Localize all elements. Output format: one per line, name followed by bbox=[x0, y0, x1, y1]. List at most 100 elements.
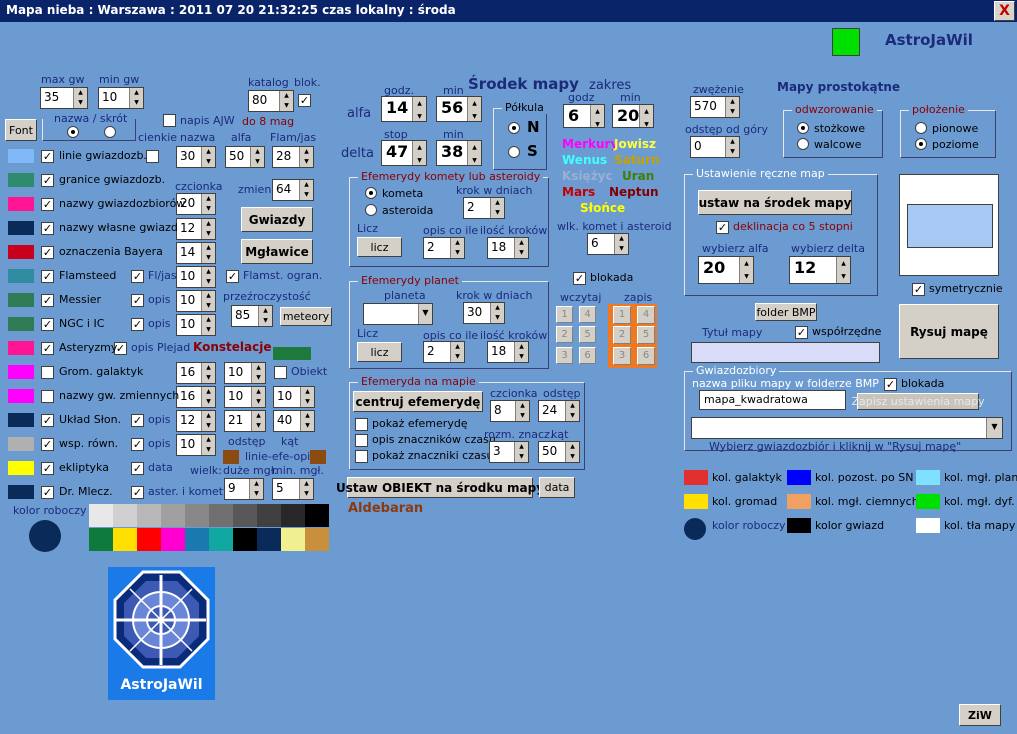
legend-color-7[interactable] bbox=[787, 518, 811, 533]
linie-nazwa-spinner[interactable]: 30 ▲ ▼ bbox=[176, 146, 216, 168]
planet-label-7[interactable]: Neptun bbox=[609, 185, 659, 199]
row-checkbox-14[interactable]: ✓ bbox=[41, 486, 54, 499]
row-color-2[interactable] bbox=[8, 197, 34, 211]
palette-2-swatch-4[interactable] bbox=[185, 528, 209, 551]
katalog-spinner[interactable]: 80 ▲ ▼ bbox=[248, 90, 294, 112]
row-checkbox-13[interactable]: ✓ bbox=[41, 462, 54, 475]
zapisz-button[interactable]: Zapisz ustawienia mapy bbox=[851, 393, 985, 410]
row-checkbox-2[interactable]: ✓ bbox=[41, 198, 54, 211]
zakres-h-spinner[interactable]: 6 ▲ ▼ bbox=[563, 104, 605, 128]
rysuj-mape-button[interactable]: Rysuj mapę bbox=[899, 304, 999, 359]
max-gw-spinner[interactable]: 35 ▲ ▼ bbox=[40, 87, 88, 109]
ilosc-krokow-spinner[interactable]: 18 ▲ ▼ bbox=[487, 237, 529, 259]
palette-1-swatch-2[interactable] bbox=[137, 504, 161, 527]
row-color-8[interactable] bbox=[8, 341, 34, 355]
zmienne-spinner-2[interactable]: 10 ▲ ▼ bbox=[224, 386, 266, 408]
centruj-button[interactable]: centruj efemerydę bbox=[353, 391, 483, 412]
row-color-13[interactable] bbox=[8, 461, 34, 475]
asteroida-radio[interactable] bbox=[365, 204, 377, 216]
blokada-mid-checkbox[interactable]: ✓ bbox=[573, 272, 586, 285]
grom-spinner-1[interactable]: 16 ▲ ▼ bbox=[176, 362, 216, 384]
opis-co-ile-spinner[interactable]: 2 ▲ ▼ bbox=[423, 237, 465, 259]
row-color-4[interactable] bbox=[8, 245, 34, 259]
walcowe-radio[interactable] bbox=[797, 138, 809, 150]
ngc-spinner[interactable]: 10 ▲ ▼ bbox=[176, 314, 216, 336]
min-mgl-spinner[interactable]: 5 ▲ ▼ bbox=[272, 478, 314, 500]
linie-alfa-spinner[interactable]: 50 ▲ ▼ bbox=[225, 146, 265, 168]
palette-2-swatch-1[interactable] bbox=[113, 528, 137, 551]
delta-d-spinner[interactable]: 47 ▲ ▼ bbox=[381, 140, 427, 166]
blok-checkbox[interactable]: ✓ bbox=[298, 94, 311, 107]
planet-label-5[interactable]: Uran bbox=[622, 169, 654, 183]
palette-2-swatch-3[interactable] bbox=[161, 528, 185, 551]
blokada-right-checkbox[interactable]: ✓ bbox=[884, 378, 897, 391]
row-color-12[interactable] bbox=[8, 437, 34, 451]
palette-2-swatch-9[interactable] bbox=[305, 528, 329, 551]
grom-spinner-2[interactable]: 10 ▲ ▼ bbox=[224, 362, 266, 384]
deklinacja-checkbox[interactable]: ✓ bbox=[716, 221, 729, 234]
messier-spinner[interactable]: 10 ▲ ▼ bbox=[176, 290, 216, 312]
wczytaj-slot-3[interactable]: 5 bbox=[579, 326, 596, 343]
row-checkbox-8[interactable]: ✓ bbox=[41, 342, 54, 355]
planet-label-8[interactable]: Słońce bbox=[580, 201, 625, 215]
palette-1-swatch-0[interactable] bbox=[89, 504, 113, 527]
zmien-spinner[interactable]: 64 ▲ ▼ bbox=[272, 179, 314, 201]
wczytaj-slot-2[interactable]: 2 bbox=[556, 326, 573, 343]
wczytaj-slot-0[interactable]: 1 bbox=[556, 306, 573, 323]
meteory-button[interactable]: meteory bbox=[280, 307, 332, 326]
ilosc2-spinner[interactable]: 18 ▲ ▼ bbox=[487, 341, 529, 363]
flamst-ogran-checkbox[interactable]: ✓ bbox=[226, 270, 239, 283]
palette-1-swatch-8[interactable] bbox=[281, 504, 305, 527]
palette-2-swatch-6[interactable] bbox=[233, 528, 257, 551]
nazwa-radio[interactable] bbox=[67, 126, 79, 138]
zapis-slot-4[interactable]: 3 bbox=[613, 347, 631, 365]
ustaw-na-srodek-button[interactable]: ustaw na środek mapy bbox=[698, 190, 852, 215]
row-checkbox-7[interactable]: ✓ bbox=[41, 318, 54, 331]
bayera-spinner[interactable]: 14 ▲ ▼ bbox=[176, 242, 216, 264]
wsp-spinner[interactable]: 10 ▲ ▼ bbox=[176, 434, 216, 456]
palette-2-swatch-5[interactable] bbox=[209, 528, 233, 551]
obiekt-checkbox[interactable] bbox=[274, 366, 287, 379]
tytul-input[interactable] bbox=[691, 342, 880, 363]
gwiazdy-button[interactable]: Gwiazdy bbox=[241, 207, 313, 232]
symetryczne-checkbox[interactable]: ✓ bbox=[912, 283, 925, 296]
zakres-m-spinner[interactable]: 20 ▲ ▼ bbox=[612, 104, 654, 128]
planet-label-3[interactable]: Saturn bbox=[614, 153, 659, 167]
wczytaj-slot-4[interactable]: 3 bbox=[556, 347, 573, 364]
planet-label-1[interactable]: Jowisz bbox=[614, 137, 656, 151]
planet-label-0[interactable]: Merkury bbox=[562, 137, 618, 151]
pionowe-radio[interactable] bbox=[915, 122, 927, 134]
palette-1-swatch-7[interactable] bbox=[257, 504, 281, 527]
legend-color-4[interactable] bbox=[787, 494, 811, 509]
row-checkbox-12[interactable]: ✓ bbox=[41, 438, 54, 451]
gwiazdozbior-dropdown[interactable]: ▼ bbox=[691, 417, 1003, 439]
legend-color-2[interactable] bbox=[916, 470, 940, 485]
planet-label-2[interactable]: Wenus bbox=[562, 153, 607, 167]
kometa-radio[interactable] bbox=[365, 187, 377, 199]
licz-komety-button[interactable]: licz bbox=[357, 237, 402, 257]
legend-color-1[interactable] bbox=[787, 470, 811, 485]
row-checkbox-11[interactable]: ✓ bbox=[41, 414, 54, 427]
alfa-h-spinner[interactable]: 14 ▲ ▼ bbox=[381, 96, 427, 122]
palette-1-swatch-6[interactable] bbox=[233, 504, 257, 527]
planet-label-6[interactable]: Mars bbox=[562, 185, 595, 199]
row-checkbox-3[interactable]: ✓ bbox=[41, 222, 54, 235]
row-checkbox-1[interactable]: ✓ bbox=[41, 174, 54, 187]
min-gw-spinner[interactable]: 10 ▲ ▼ bbox=[98, 87, 144, 109]
palette-1-swatch-9[interactable] bbox=[305, 504, 329, 527]
planet-label-4[interactable]: Księżyc bbox=[562, 169, 613, 183]
wspolrzedne-checkbox[interactable]: ✓ bbox=[795, 326, 808, 339]
uklad-spinner-3[interactable]: 40 ▲ ▼ bbox=[273, 410, 315, 432]
krok2-spinner[interactable]: 30 ▲ ▼ bbox=[463, 302, 505, 324]
ziw-button[interactable]: ZiW bbox=[959, 704, 1001, 726]
zapis-slot-2[interactable]: 2 bbox=[613, 326, 631, 344]
row-color-1[interactable] bbox=[8, 173, 34, 187]
zapis-slot-1[interactable]: 4 bbox=[637, 306, 655, 324]
czcionka-mid-spinner[interactable]: 8 ▲ ▼ bbox=[490, 400, 530, 422]
row-color-11[interactable] bbox=[8, 413, 34, 427]
legend-color-6[interactable] bbox=[684, 518, 706, 540]
odstep-od-gory-spinner[interactable]: 0 ▲ ▼ bbox=[690, 136, 740, 158]
folder-bmp-button[interactable]: folder BMP bbox=[755, 303, 817, 321]
licz-planety-button[interactable]: licz bbox=[357, 342, 402, 362]
planeta-dropdown[interactable]: ▼ bbox=[363, 303, 433, 325]
